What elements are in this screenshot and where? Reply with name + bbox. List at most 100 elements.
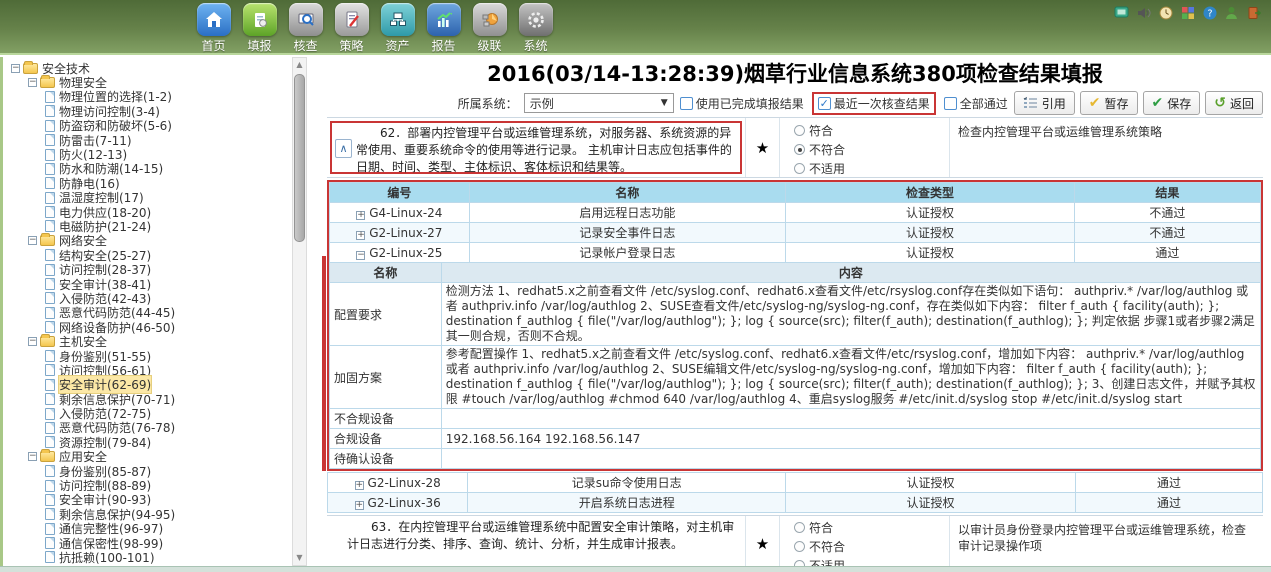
nav-item-asset[interactable]: 资产 [376, 3, 419, 54]
collapse-button[interactable]: ∧ [335, 139, 352, 158]
check-id: G2-Linux-27 [369, 226, 442, 240]
radio-option-不适用[interactable]: 不适用 [794, 557, 949, 567]
radio-icon[interactable] [794, 522, 805, 533]
question-62-options: 符合 不符合 不适用 [779, 118, 949, 177]
nav-item-home[interactable]: 首页 [192, 3, 235, 54]
tree-item-leaf[interactable]: 抗抵赖(100-101) [3, 550, 292, 564]
document-icon [45, 134, 55, 146]
draft-button[interactable]: ✔ 暂存 [1080, 91, 1138, 115]
check-name: 记录帐户登录日志 [469, 243, 786, 263]
tree-item-leaf[interactable]: 防静电(16) [3, 176, 292, 190]
system-select[interactable]: 示例 ▼ [524, 93, 674, 113]
radio-icon[interactable] [794, 541, 805, 552]
detail-name: 合规设备 [330, 429, 442, 449]
document-icon [45, 508, 55, 520]
document-icon [45, 249, 55, 261]
collapse-toggle-icon[interactable]: − [28, 337, 37, 346]
nav-item-fill[interactable]: 填报 [238, 3, 281, 54]
document-icon [45, 163, 55, 175]
document-icon [45, 192, 55, 204]
back-button[interactable]: ↺ 返回 [1205, 91, 1263, 115]
screen-icon[interactable] [1114, 5, 1129, 20]
nav-label: 首页 [201, 37, 225, 54]
user-icon[interactable] [1224, 5, 1239, 20]
collapse-toggle-icon[interactable]: − [28, 452, 37, 461]
radio-icon[interactable] [794, 144, 805, 155]
collapse-toggle-icon[interactable]: − [28, 78, 37, 87]
check-result: 不通过 [1074, 203, 1260, 223]
nav-item-cascade[interactable]: 级联 [468, 3, 511, 54]
collapse-icon[interactable]: − [356, 251, 365, 260]
tree-item-folder[interactable]: −安全技术 [3, 61, 292, 75]
radio-option-不符合[interactable]: 不符合 [794, 538, 949, 555]
tree-item-leaf[interactable]: 防盗窃和防破坏(5-6) [3, 119, 292, 133]
radio-option-不符合[interactable]: 不符合 [794, 141, 949, 158]
nav-item-policy[interactable]: 策略 [330, 3, 373, 54]
nav-item-inspect[interactable]: 核查 [284, 3, 327, 54]
nav-label: 核查 [293, 37, 317, 54]
scrollbar-thumb[interactable] [294, 74, 305, 242]
tree-item-leaf[interactable]: 防雷击(7-11) [3, 133, 292, 147]
document-icon [45, 551, 55, 563]
button-label: 返回 [1230, 95, 1254, 112]
check-result-row[interactable]: +G2-Linux-27 记录安全事件日志 认证授权 不通过 [330, 223, 1261, 243]
expand-icon[interactable]: + [355, 501, 364, 510]
speaker-icon[interactable] [1136, 5, 1151, 20]
scroll-down-arrow[interactable]: ▼ [293, 551, 306, 565]
collapse-toggle-icon[interactable]: − [28, 236, 37, 245]
detail-column-header: 内容 [441, 263, 1260, 283]
nav-item-report[interactable]: 报告 [422, 3, 465, 54]
nav-item-system[interactable]: 系统 [514, 3, 557, 54]
check-result-row[interactable]: +G2-Linux-36 开启系统日志进程 认证授权 通过 [328, 493, 1263, 513]
document-icon [45, 292, 55, 304]
checkbox-icon[interactable] [680, 97, 693, 110]
expand-icon[interactable]: + [356, 211, 365, 220]
question-62-row: ∧ 62．部署内控管理平台或运维管理系统，对服务器、系统资源的异常使用、重要系统… [327, 117, 1263, 178]
nav-label: 报告 [431, 37, 455, 54]
tree-item-leaf[interactable]: 资源控制(79-84) [3, 435, 292, 449]
check-name: 开启系统日志进程 [468, 493, 786, 513]
radio-icon[interactable] [794, 125, 805, 136]
tree-item-leaf[interactable]: 防水和防潮(14-15) [3, 162, 292, 176]
check-name: 启用远程日志功能 [469, 203, 786, 223]
radio-label: 不符合 [809, 141, 845, 158]
radio-icon[interactable] [794, 163, 805, 174]
app-window: 首页 填报 核查 策略 资产 报告 级联 系统 ? −安全技术−物理安全物理位置… [0, 0, 1271, 572]
clock-icon[interactable] [1158, 5, 1173, 20]
checkbox-pass-all[interactable]: 全部通过 [944, 95, 1008, 112]
radio-option-符合[interactable]: 符合 [794, 122, 949, 139]
detail-content: 192.168.56.164 192.168.56.147 [441, 429, 1260, 449]
sidebar-scrollbar[interactable]: ▲ ▼ [292, 57, 307, 566]
help-icon[interactable]: ? [1202, 5, 1217, 20]
document-icon [45, 436, 55, 448]
checkbox-label: 最近一次核查结果 [834, 95, 930, 112]
document-icon [45, 307, 55, 319]
cite-button[interactable]: 引用 [1014, 91, 1075, 115]
palette-icon[interactable] [1180, 5, 1195, 20]
checkbox-use-completed[interactable]: 使用已完成填报结果 [680, 95, 804, 112]
save-button[interactable]: ✔ 保存 [1143, 91, 1201, 115]
expand-icon[interactable]: + [356, 231, 365, 240]
check-result-row[interactable]: +G2-Linux-28 记录su命令使用日志 认证授权 通过 [328, 473, 1263, 493]
checkbox-icon[interactable] [944, 97, 957, 110]
logout-icon[interactable] [1246, 5, 1261, 20]
save-icon: ✔ [1152, 95, 1164, 111]
check-type: 认证授权 [786, 243, 1075, 263]
detail-row: 待确认设备 [330, 449, 1261, 469]
checkbox-latest-check[interactable]: ✓ 最近一次核查结果 [812, 92, 936, 115]
scroll-up-arrow[interactable]: ▲ [293, 58, 306, 72]
check-result: 不通过 [1074, 223, 1260, 243]
detail-name: 不合规设备 [330, 409, 442, 429]
check-result: 通过 [1075, 473, 1262, 493]
radio-option-符合[interactable]: 符合 [794, 519, 949, 536]
check-result-row[interactable]: +G4-Linux-24 启用远程日志功能 认证授权 不通过 [330, 203, 1261, 223]
check-id: G2-Linux-36 [368, 496, 441, 510]
check-result-row[interactable]: −G2-Linux-25 记录帐户登录日志 认证授权 通过 [330, 243, 1261, 263]
collapse-toggle-icon[interactable]: − [11, 64, 20, 73]
tree-item-leaf[interactable]: 电磁防护(21-24) [3, 219, 292, 233]
tree-item-leaf[interactable]: 网络设备防护(46-50) [3, 320, 292, 334]
radio-option-不适用[interactable]: 不适用 [794, 160, 949, 177]
document-icon [45, 494, 55, 506]
expand-icon[interactable]: + [355, 481, 364, 490]
checkbox-icon[interactable]: ✓ [818, 97, 831, 110]
